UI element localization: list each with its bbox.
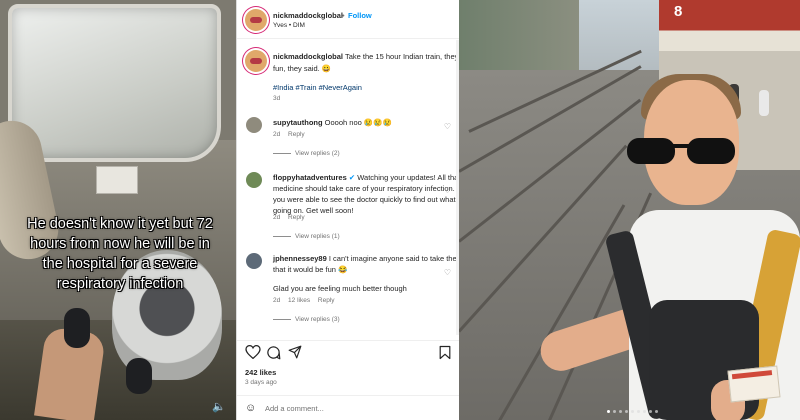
comment-text: Glad you are feeling much better though: [273, 284, 407, 293]
caption-username[interactable]: nickmaddockglobal: [273, 52, 343, 61]
train-window: [8, 4, 221, 162]
comment-3: jphennessey89 I can't imagine anyone sai…: [273, 254, 460, 263]
comment-time: 2d: [273, 131, 281, 138]
likes-count[interactable]: 242 likes: [245, 368, 276, 377]
comment-username[interactable]: jphennessey89: [273, 254, 327, 263]
comment-avatar[interactable]: [246, 117, 262, 133]
view-replies-button[interactable]: View replies (3): [295, 316, 340, 323]
video-caption: He doesn't know it yet but 72 hours from…: [27, 216, 213, 292]
comment-meta: 2d Reply: [273, 214, 305, 221]
divider: [237, 395, 459, 396]
carousel-dot[interactable]: [607, 410, 610, 413]
photo-panel[interactable]: 8: [459, 0, 800, 420]
replies-line: [273, 319, 291, 320]
comment-text: Watching your updates! All that: [357, 173, 460, 182]
carousel-dot[interactable]: [649, 410, 652, 413]
author-avatar[interactable]: [245, 9, 267, 31]
carousel-dot[interactable]: [643, 410, 646, 413]
comment-like-icon[interactable]: ♡: [444, 186, 451, 195]
emoji-icon[interactable]: ☺: [245, 402, 256, 414]
comment-avatar[interactable]: [246, 253, 262, 269]
comment-text: I can't imagine anyone said to take the …: [328, 254, 460, 263]
caption-line-2: fun, they said. 😀: [273, 64, 332, 73]
comment-avatar[interactable]: [246, 172, 262, 188]
comment-2: floppyhatadventures ✔ Watching your upda…: [273, 173, 460, 182]
separator-dot: •: [342, 11, 345, 20]
comment-text: that it would be fun 😂: [273, 265, 348, 274]
mute-icon[interactable]: 🔈: [212, 400, 226, 413]
share-icon[interactable]: [288, 345, 302, 359]
video-panel[interactable]: He doesn't know it yet but 72 hours from…: [0, 0, 236, 420]
view-replies-button[interactable]: View replies (2): [295, 150, 340, 157]
comment-1: supytauthong Ooooh noo 😢😢😢: [273, 118, 392, 127]
post-date: 3 days ago: [245, 379, 277, 386]
divider: [237, 38, 459, 39]
replies-line: [273, 153, 291, 154]
comment-likes[interactable]: 12 likes: [288, 297, 310, 304]
wall-sticker: [96, 166, 138, 194]
carousel-dot[interactable]: [625, 410, 628, 413]
caption-time: 3d: [273, 95, 281, 102]
comment-username[interactable]: floppyhatadventures: [273, 173, 347, 182]
carousel-dot[interactable]: [619, 410, 622, 413]
carousel-dot[interactable]: [655, 410, 658, 413]
heart-icon[interactable]: [245, 345, 261, 359]
platform-number: 8: [674, 3, 683, 20]
comment-time: 2d: [273, 214, 281, 221]
traveler: [535, 70, 800, 420]
divider: [237, 340, 459, 341]
comment-text: Ooooh noo 😢😢😢: [324, 118, 392, 127]
comment-like-icon[interactable]: ♡: [444, 268, 451, 277]
comment-username[interactable]: supytauthong: [273, 118, 323, 127]
comment-text: medicine should take care of your respir…: [273, 184, 460, 193]
reply-button[interactable]: Reply: [288, 131, 305, 138]
comment-meta: 2d 12 likes Reply: [273, 297, 335, 304]
shoe: [126, 358, 152, 394]
comment-text: you were able to see the doctor quickly …: [273, 195, 456, 204]
caption-text: Take the 15 hour Indian train, they s: [344, 52, 460, 61]
caption-line-1: nickmaddockglobal Take the 15 hour India…: [273, 52, 460, 61]
carousel-dot[interactable]: [613, 410, 616, 413]
hashtags[interactable]: #India #Train #NeverAgain: [273, 83, 362, 92]
carousel-dot[interactable]: [631, 410, 634, 413]
reply-button[interactable]: Reply: [318, 297, 335, 304]
follow-button[interactable]: Follow: [348, 11, 372, 20]
comment-meta: 2d Reply: [273, 131, 305, 138]
comment-icon[interactable]: [266, 345, 281, 360]
sunglasses: [627, 138, 735, 164]
audio-info[interactable]: Yves • DIM: [273, 22, 305, 29]
shoe: [64, 308, 90, 348]
caption-avatar[interactable]: [245, 50, 267, 72]
carousel-dot[interactable]: [637, 410, 640, 413]
add-comment-input[interactable]: Add a comment...: [265, 404, 324, 413]
train-ticket: [727, 365, 781, 403]
reply-button[interactable]: Reply: [288, 214, 305, 221]
verified-icon: ✔: [348, 173, 356, 182]
carousel-dots[interactable]: [607, 410, 658, 413]
author-username[interactable]: nickmaddockglobal: [273, 11, 343, 20]
comment-like-icon[interactable]: ♡: [444, 122, 451, 131]
view-replies-button[interactable]: View replies (1): [295, 233, 340, 240]
station-building: [459, 0, 579, 70]
replies-line: [273, 236, 291, 237]
bookmark-icon[interactable]: [439, 345, 451, 360]
post-panel: nickmaddockglobal • Follow Yves • DIM ni…: [236, 0, 460, 420]
comment-time: 2d: [273, 297, 281, 304]
